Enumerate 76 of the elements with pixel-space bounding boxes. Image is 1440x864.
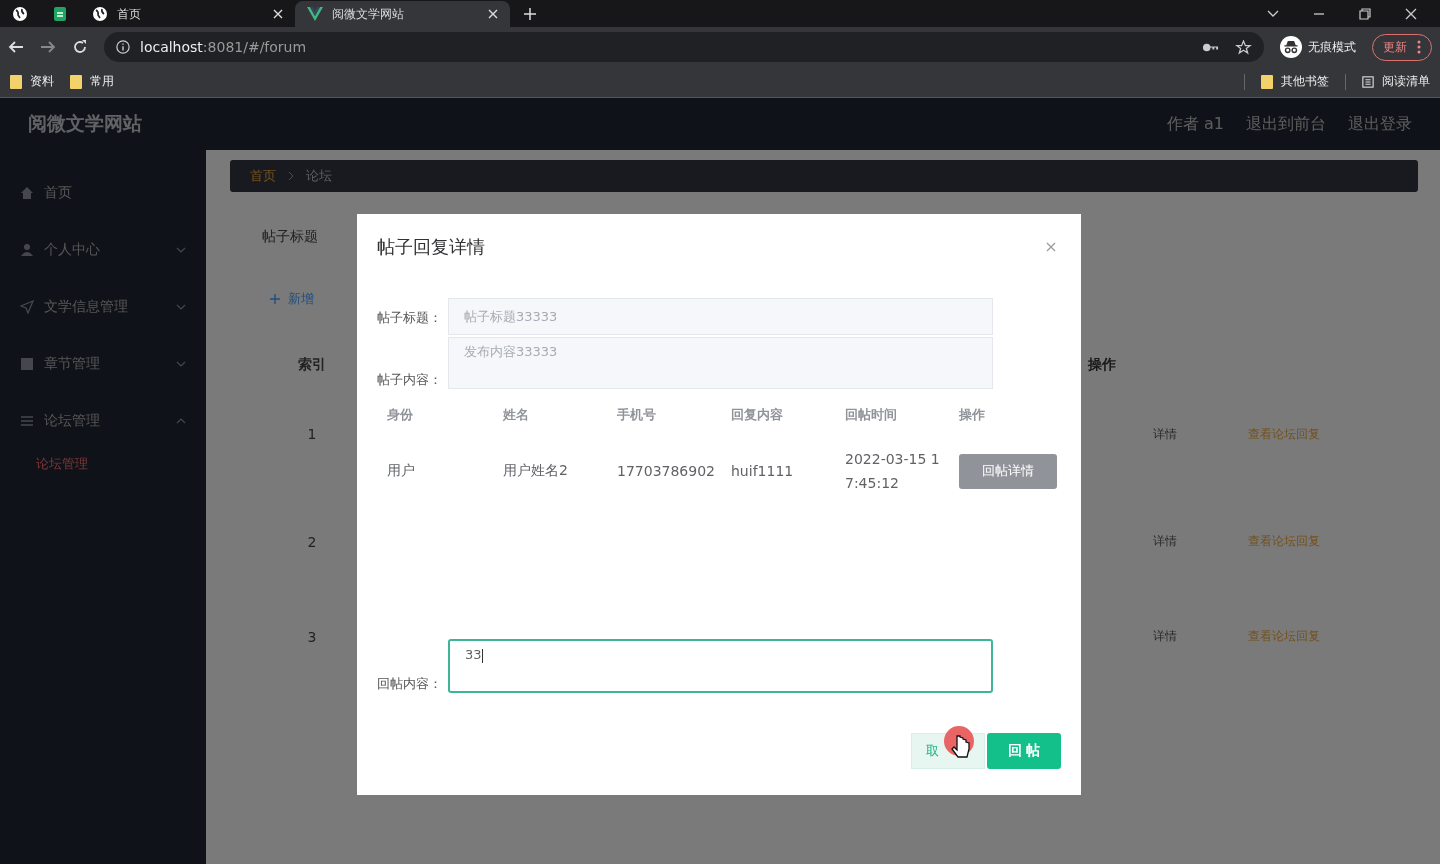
table-cell-text: 用户姓名2 [503,461,569,480]
table-cell-text: 用户 [387,461,416,480]
incognito-button[interactable]: 无痕模式 [1280,36,1356,59]
search-label: 帖子标题 [262,228,319,246]
star-icon[interactable] [1235,39,1252,55]
reload-icon[interactable] [72,39,88,56]
detail-link[interactable]: 详情 [1153,628,1248,645]
reading-list-icon [1362,74,1374,89]
browser-tab[interactable]: 阅微文学网站 [295,1,510,28]
header-link[interactable]: 退出登录 [1348,113,1412,135]
sidebar-item[interactable]: 文学信息管理 [0,278,206,335]
folder-icon [70,74,82,89]
info-icon [116,40,130,55]
column-header: 手机号 [617,406,657,424]
column-header: 操作 [959,406,986,424]
folder-icon [10,74,22,89]
site-title: 阅微文学网站 [28,111,142,136]
table-cell-text: 2 [306,533,318,550]
column-header: 身份 [387,406,414,424]
bookmark-folder[interactable]: 其他书签 [1261,73,1329,91]
table-cell-text: 17703786902 [617,462,716,481]
table-cell-text: 1 [306,426,318,442]
plus-icon [270,294,280,304]
sidebar-item[interactable]: 论坛管理 [0,392,206,449]
v-logo-icon [307,6,323,23]
column-header: 索引 [297,356,327,374]
more-icon[interactable] [1417,40,1421,55]
reply-field[interactable]: 33 [448,639,993,693]
field-label: 帖子标题： [377,309,443,327]
submenu-item[interactable]: 论坛管理 [0,449,206,479]
new-tab-icon[interactable] [524,8,536,21]
send-icon [20,299,34,314]
title-field[interactable]: 帖子标题33333 [448,298,993,335]
home-icon [20,185,34,200]
column-header: 操作 [1088,356,1117,374]
detail-link[interactable]: 详情 [1153,533,1248,550]
field-label: 回帖内容： [377,675,443,693]
header-link[interactable]: 作者 a1 [1166,113,1224,135]
replies-link[interactable]: 查看论坛回复 [1248,533,1418,550]
sidebar-item[interactable]: 首页 [0,164,206,221]
breadcrumb-link[interactable]: 论坛 [306,167,332,185]
user-icon [20,242,34,257]
table-cell-text: 3 [306,628,318,645]
reply-detail-button[interactable]: 回帖详情 [959,453,1057,489]
table-cell-text: huif1111 [731,462,795,481]
table-cell-text: 2022-03-15 17:45:12 [845,450,941,493]
field-label: 帖子内容： [377,371,443,389]
close-icon[interactable] [1405,8,1417,21]
dialog-title: 帖子回复详情 [377,235,486,259]
replies-link[interactable]: 查看论坛回复 [1248,425,1418,443]
replies-link[interactable]: 查看论坛回复 [1248,628,1418,645]
url-text: localhost:8081/#/forum [140,39,307,56]
reading-list-button[interactable]: 阅读清单 [1362,73,1430,91]
folder-icon [1261,74,1273,89]
column-header: 姓名 [503,406,530,424]
image-icon [20,356,34,371]
header-link[interactable]: 退出到前台 [1246,113,1326,135]
breadcrumb-link[interactable]: 首页 [250,167,276,185]
bookmark-folder[interactable]: 常用 [70,73,114,91]
bookmark-folder[interactable]: 资料 [10,73,54,91]
incognito-icon [1280,36,1302,59]
restore-icon[interactable] [1359,8,1371,21]
chevron-right-icon [288,171,294,181]
content-field[interactable]: 发布内容33333 [448,337,993,389]
globe-icon [12,6,28,23]
detail-link[interactable]: 详情 [1153,425,1248,443]
browser-tab[interactable]: 首页 [80,1,295,28]
globe-icon [92,6,108,23]
column-header: 回复内容 [731,406,784,424]
sidebar-item[interactable]: 个人中心 [0,221,206,278]
spreadsheet-icon [52,6,68,23]
list-icon [20,413,34,428]
address-bar[interactable]: localhost:8081/#/forum [104,32,1264,63]
sidebar-item[interactable]: 章节管理 [0,335,206,392]
column-header: 回帖时间 [845,406,898,424]
submit-button[interactable]: 回 帖 [987,733,1061,769]
